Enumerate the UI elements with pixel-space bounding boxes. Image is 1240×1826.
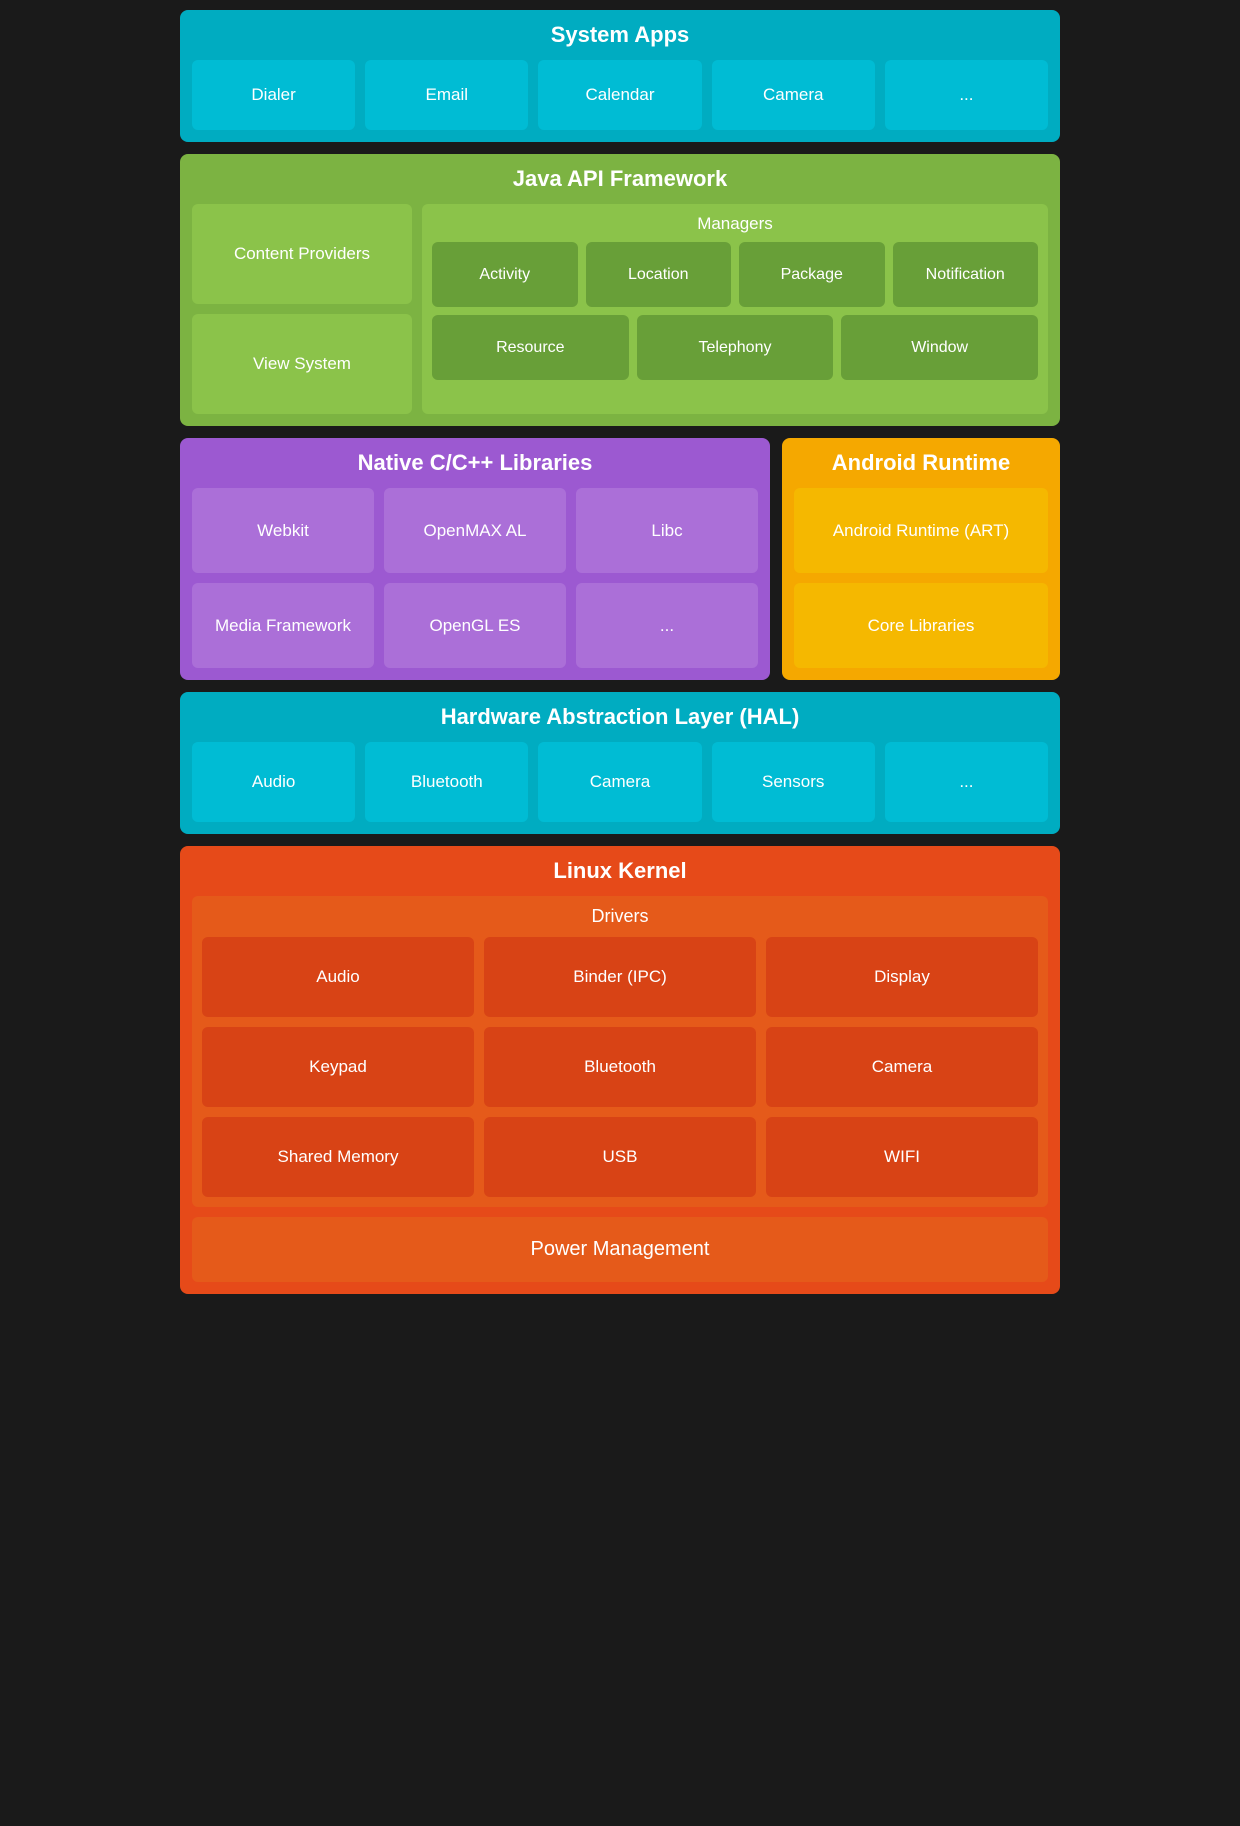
drivers-grid: Audio Binder (IPC) Display Keypad Blueto…: [202, 937, 1038, 1197]
list-item: Shared Memory: [202, 1117, 474, 1197]
list-item: Keypad: [202, 1027, 474, 1107]
native-cpp-layer: Native C/C++ Libraries Webkit OpenMAX AL…: [180, 438, 770, 680]
managers-title: Managers: [432, 214, 1038, 234]
list-item: Camera: [538, 742, 701, 822]
hal-layer: Hardware Abstraction Layer (HAL) Audio B…: [180, 692, 1060, 834]
view-system-cell: View System: [192, 314, 412, 414]
system-apps-title: System Apps: [192, 22, 1048, 48]
managers-section: Managers Activity Location Package Notif…: [422, 204, 1048, 414]
java-api-left: Content Providers View System: [192, 204, 412, 414]
java-api-title: Java API Framework: [192, 166, 1048, 192]
hal-title: Hardware Abstraction Layer (HAL): [192, 704, 1048, 730]
list-item: Camera: [712, 60, 875, 130]
list-item: Android Runtime (ART): [794, 488, 1048, 573]
list-item: Dialer: [192, 60, 355, 130]
list-item: Core Libraries: [794, 583, 1048, 668]
linux-kernel-title: Linux Kernel: [192, 858, 1048, 884]
list-item: Bluetooth: [484, 1027, 756, 1107]
managers-row2: Resource Telephony Window: [432, 315, 1038, 380]
list-item: Libc: [576, 488, 758, 573]
list-item: OpenGL ES: [384, 583, 566, 668]
list-item: Display: [766, 937, 1038, 1017]
linux-kernel-layer: Linux Kernel Drivers Audio Binder (IPC) …: [180, 846, 1060, 1294]
native-cpp-title: Native C/C++ Libraries: [192, 450, 758, 476]
list-item: Audio: [202, 937, 474, 1017]
list-item: Activity: [432, 242, 578, 307]
system-apps-cells: Dialer Email Calendar Camera ...: [192, 60, 1048, 130]
list-item: Webkit: [192, 488, 374, 573]
java-api-content: Content Providers View System Managers A…: [192, 204, 1048, 414]
managers-row1: Activity Location Package Notification: [432, 242, 1038, 307]
list-item: ...: [885, 60, 1048, 130]
list-item: Telephony: [637, 315, 834, 380]
list-item: Camera: [766, 1027, 1038, 1107]
native-runtime-row: Native C/C++ Libraries Webkit OpenMAX AL…: [180, 438, 1060, 680]
android-runtime-title: Android Runtime: [794, 450, 1048, 476]
drivers-section: Drivers Audio Binder (IPC) Display Keypa…: [192, 896, 1048, 1207]
native-cpp-grid: Webkit OpenMAX AL Libc Media Framework O…: [192, 488, 758, 668]
hal-cells: Audio Bluetooth Camera Sensors ...: [192, 742, 1048, 822]
android-runtime-layer: Android Runtime Android Runtime (ART) Co…: [782, 438, 1060, 680]
list-item: Location: [586, 242, 732, 307]
list-item: Binder (IPC): [484, 937, 756, 1017]
list-item: Resource: [432, 315, 629, 380]
list-item: Calendar: [538, 60, 701, 130]
list-item: USB: [484, 1117, 756, 1197]
list-item: Sensors: [712, 742, 875, 822]
list-item: Media Framework: [192, 583, 374, 668]
list-item: Package: [739, 242, 885, 307]
list-item: Notification: [893, 242, 1039, 307]
list-item: WIFI: [766, 1117, 1038, 1197]
drivers-title: Drivers: [202, 906, 1038, 927]
list-item: Audio: [192, 742, 355, 822]
list-item: OpenMAX AL: [384, 488, 566, 573]
list-item: Email: [365, 60, 528, 130]
list-item: Bluetooth: [365, 742, 528, 822]
list-item: ...: [885, 742, 1048, 822]
list-item: Window: [841, 315, 1038, 380]
system-apps-layer: System Apps Dialer Email Calendar Camera…: [180, 10, 1060, 142]
list-item: ...: [576, 583, 758, 668]
java-api-layer: Java API Framework Content Providers Vie…: [180, 154, 1060, 426]
content-providers-cell: Content Providers: [192, 204, 412, 304]
power-management-cell: Power Management: [192, 1217, 1048, 1282]
